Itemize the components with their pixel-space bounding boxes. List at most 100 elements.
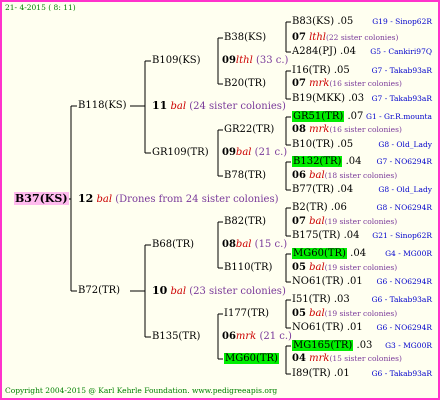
gen4-source: G8 - Old_Lady — [378, 139, 432, 150]
gen2-info: 09lthl (33 c.) — [222, 55, 288, 66]
gen4-name: B83(KS) — [292, 16, 335, 27]
gen3-name: B82(TR) — [224, 216, 267, 227]
gen4-source-text: G7 - NO6294R — [376, 157, 432, 166]
gen4-name: B2(TR) — [292, 202, 328, 213]
root-note: (Drones from 24 sister colonies) — [115, 194, 279, 205]
gen1-name: B118(KS) — [78, 100, 127, 111]
gen3-race: bal — [309, 262, 325, 273]
gen3-queen: I177(TR) — [224, 308, 269, 319]
gen2-race: bal — [235, 147, 252, 158]
gen4-source-text: G6 - Takab93aR — [371, 295, 432, 304]
gen1-note: (24 sister colonies) — [189, 101, 286, 112]
gen3-year: 05 — [292, 308, 306, 319]
gen4-year: .03 — [356, 340, 373, 351]
gen1-year: 11 — [152, 99, 168, 112]
gen3-name: B78(TR) — [224, 170, 267, 181]
gen3-year: 08 — [292, 124, 306, 135]
gen4-year: .03 — [333, 294, 350, 305]
footer-text: Copyright 2004-2015 @ Karl Kehrle Founda… — [5, 386, 278, 395]
gen4-year: .04 — [343, 230, 360, 241]
gen4-source-text: G6 - NO6294R — [376, 323, 432, 332]
gen4-queen: MG60(TR) .04 — [292, 248, 366, 259]
gen4-year: .04 — [340, 46, 356, 57]
gen3-queen: B82(TR) — [224, 216, 266, 227]
gen3-info: 04 mrk(15 sister colonies) — [292, 353, 402, 364]
gen4-name: B132(TR) — [292, 156, 343, 167]
gen4-year: .04 — [350, 248, 367, 259]
gen3-info: 07 bal(19 sister colonies) — [292, 216, 397, 227]
gen4-year: .01 — [346, 276, 363, 287]
gen3-year: 06 — [292, 170, 306, 181]
gen4-source-text: G7 - Takab93aR — [371, 94, 432, 103]
gen4-year: .01 — [346, 322, 363, 333]
gen3-note: (16 sister colonies) — [329, 79, 402, 88]
gen4-name: A284(PJ) — [292, 46, 337, 57]
gen4-name: MG60(TR) — [292, 248, 347, 259]
gen4-queen: B83(KS) .05 — [292, 16, 353, 27]
gen3-info: 05 bal(19 sister colonies) — [292, 262, 397, 273]
gen3-note: (16 sister colonies) — [329, 125, 402, 134]
gen2-info: 08bal (15 c.) — [222, 239, 287, 250]
gen2-race: lthl — [235, 55, 253, 66]
gen3-name: MG60(TR) — [224, 353, 279, 364]
gen3-info: 06 bal(18 sister colonies) — [292, 170, 397, 181]
gen3-name: B110(TR) — [224, 262, 273, 273]
gen4-queen: B77(TR) .04 — [292, 184, 353, 195]
gen2-name: GR109(TR) — [152, 147, 209, 158]
gen4-source: G19 - Sinop62R — [372, 16, 432, 27]
gen2-year: 06 — [222, 331, 236, 342]
gen4-queen: NO61(TR) .01 — [292, 276, 363, 287]
gen2-year: 09 — [222, 55, 236, 66]
gen4-year: .05 — [337, 139, 354, 150]
gen2-year: 08 — [222, 239, 236, 250]
gen3-info: 07 mrk(16 sister colonies) — [292, 78, 402, 89]
gen4-source-text: G4 - MG00R — [385, 249, 432, 258]
gen3-year: 07 — [292, 78, 306, 89]
gen4-source-text: G3 - MG00R — [385, 341, 432, 350]
gen2-note: (15 c.) — [254, 239, 288, 250]
gen4-source: G7 - Takab93aR — [372, 65, 432, 76]
gen3-name: I177(TR) — [224, 308, 270, 319]
gen4-source: G6 - NO6294R — [376, 276, 432, 287]
gen4-name: I89(TR) — [292, 368, 331, 379]
gen2-note: (33 c.) — [255, 55, 289, 66]
gen1-queen: B72(TR) — [78, 285, 120, 296]
gen4-queen: B132(TR) .04 — [292, 156, 362, 167]
gen3-race: bal — [309, 170, 325, 181]
gen3-queen: B78(TR) — [224, 170, 266, 181]
gen4-source: G5 - Cankiri97Q — [370, 46, 432, 57]
gen4-year: .04 — [345, 156, 362, 167]
gen2-info: 09bal (21 c.) — [222, 147, 287, 158]
gen1-info: 10 bal (23 sister colonies) — [152, 285, 286, 297]
gen3-note: (19 sister colonies) — [324, 217, 398, 226]
gen2-queen: B135(TR) — [152, 331, 200, 342]
gen4-source-text: G1 - Gr.R.mounta — [365, 112, 432, 121]
gen2-note: (21 c.) — [259, 331, 292, 342]
gen3-info: 05 bal(19 sister colonies) — [292, 308, 397, 319]
gen3-year: 04 — [292, 353, 306, 364]
gen4-source-text: G8 - NO6294R — [376, 203, 432, 212]
gen4-queen: A284(PJ) .04 — [292, 46, 356, 57]
gen4-source-text: G21 - Sinop62R — [372, 231, 432, 240]
root-info: 12 bal (Drones from 24 sister colonies) — [78, 193, 279, 205]
gen4-source-text: G6 - Takab93aR — [371, 369, 432, 378]
gen2-name: B68(TR) — [152, 239, 195, 250]
gen4-source-text: G5 - Cankiri97Q — [370, 47, 432, 56]
root-race: bal — [96, 194, 113, 205]
gen2-year: 09 — [222, 147, 236, 158]
gen3-queen: B110(TR) — [224, 262, 272, 273]
gen2-race: bal — [235, 239, 252, 250]
gen4-name: I51(TR) — [292, 294, 331, 305]
gen4-source: G8 - NO6294R — [376, 202, 432, 213]
gen4-year: .06 — [330, 202, 347, 213]
gen1-info: 11 bal (24 sister colonies) — [152, 100, 286, 112]
gen4-queen: B10(TR) .05 — [292, 139, 353, 150]
gen3-note: (19 sister colonies) — [324, 309, 398, 318]
gen1-note: (23 sister colonies) — [189, 286, 286, 297]
gen3-queen: B20(TR) — [224, 78, 266, 89]
gen4-name: B19(MKK) — [292, 93, 346, 104]
gen4-source-text: G6 - NO6294R — [376, 277, 432, 286]
gen2-note: (21 c.) — [254, 147, 288, 158]
gen4-source-text: G8 - Old_Lady — [378, 185, 432, 194]
gen4-source-text: G19 - Sinop62R — [372, 17, 432, 26]
